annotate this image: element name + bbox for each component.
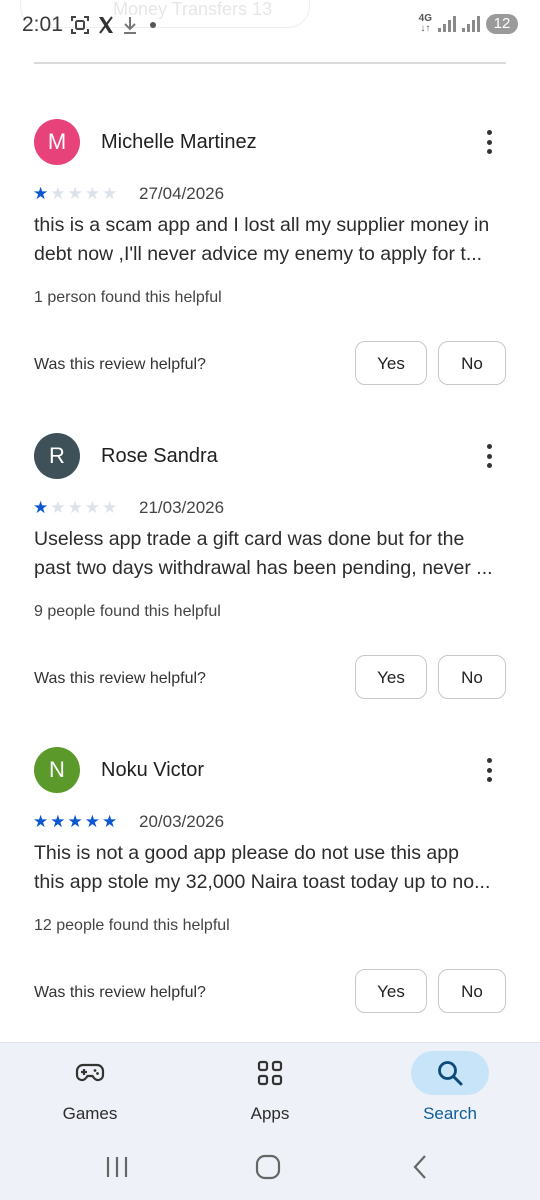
yes-button[interactable]: Yes (355, 969, 427, 1013)
reviewer-name: Noku Victor (101, 759, 205, 781)
yes-button[interactable]: Yes (355, 341, 427, 385)
helpful-count: 12 people found this helpful (34, 917, 230, 934)
star-filled-icon: ★ (84, 812, 100, 831)
avatar: R (34, 433, 80, 479)
review-text-line: this is a scam app and I lost all my sup… (34, 214, 490, 236)
more-options-icon[interactable] (476, 755, 502, 785)
star-empty-icon: ★ (50, 184, 66, 203)
review-card: N Noku Victor ★ ★ ★ ★ ★ 20/03/2026 This … (0, 747, 540, 1047)
signal-icon (438, 16, 456, 32)
avatar: N (34, 747, 80, 793)
review-text[interactable]: Useless app trade a gift card was done b… (34, 525, 508, 583)
screenshot-icon (70, 14, 90, 36)
network-indicator: 4G ↓↑ (418, 13, 432, 34)
more-options-icon[interactable] (476, 127, 502, 157)
nav-label-apps: Apps (250, 1104, 290, 1123)
star-rating: ★ ★ ★ ★ ★ (33, 499, 117, 517)
review-date: 27/04/2026 (139, 184, 225, 203)
avatar: M (34, 119, 80, 165)
star-filled-icon: ★ (67, 812, 83, 831)
reviewer-name: Michelle Martinez (101, 131, 257, 153)
no-button[interactable]: No (438, 655, 506, 699)
nav-item-games[interactable]: Games (30, 1043, 150, 1133)
star-filled-icon: ★ (33, 498, 49, 517)
star-empty-icon: ★ (84, 498, 100, 517)
review-text-line: this app stole my 32,000 Naira toast tod… (34, 871, 491, 893)
divider (34, 62, 506, 64)
star-filled-icon: ★ (33, 184, 49, 203)
star-rating: ★ ★ ★ ★ ★ (33, 185, 117, 203)
reviewer-name: Rose Sandra (101, 445, 218, 467)
review-text[interactable]: This is not a good app please do not use… (34, 839, 508, 897)
review-card: M Michelle Martinez ★ ★ ★ ★ ★ 27/04/2026… (0, 119, 540, 419)
signal-icon (462, 16, 480, 32)
system-navigation-bar (0, 1132, 540, 1200)
status-time: 2:01 (22, 13, 63, 36)
review-text-line: past two days withdrawal has been pendin… (34, 557, 493, 579)
notification-dot-icon (150, 22, 156, 28)
nav-item-search[interactable]: Search (390, 1043, 510, 1133)
search-bar-ghost[interactable]: Money Transfers 13 (20, 0, 310, 28)
star-empty-icon: ★ (102, 498, 118, 517)
search-icon (411, 1051, 489, 1095)
recent-apps-icon[interactable] (104, 1152, 130, 1182)
status-system-icons: 4G ↓↑ 12 (419, 14, 518, 34)
star-empty-icon: ★ (102, 184, 118, 203)
star-empty-icon: ★ (67, 498, 83, 517)
review-text-line: Useless app trade a gift card was done b… (34, 528, 465, 550)
review-date: 20/03/2026 (139, 812, 225, 831)
helpful-count: 9 people found this helpful (34, 603, 221, 620)
gamepad-icon (51, 1051, 129, 1095)
no-button[interactable]: No (438, 341, 506, 385)
nav-label-search: Search (423, 1104, 477, 1123)
home-icon[interactable] (254, 1152, 282, 1182)
status-bar: Money Transfers 13 2:01 4G ↓↑ 12 (0, 0, 540, 50)
star-filled-icon: ★ (50, 812, 66, 831)
x-app-icon (96, 14, 116, 36)
bottom-navigation: Games Apps Search (0, 1042, 540, 1132)
star-filled-icon: ★ (33, 812, 49, 831)
yes-button[interactable]: Yes (355, 655, 427, 699)
helpful-question: Was this review helpful? (34, 356, 206, 373)
star-empty-icon: ★ (84, 184, 100, 203)
star-rating: ★ ★ ★ ★ ★ (33, 813, 117, 831)
apps-grid-icon (231, 1051, 309, 1095)
review-text[interactable]: this is a scam app and I lost all my sup… (34, 211, 508, 269)
back-icon[interactable] (408, 1152, 432, 1182)
battery-icon: 12 (486, 14, 518, 34)
download-icon (122, 14, 138, 36)
review-text-line: This is not a good app please do not use… (34, 842, 459, 864)
star-filled-icon: ★ (102, 812, 118, 831)
data-arrows-icon: ↓↑ (420, 23, 431, 34)
helpful-question: Was this review helpful? (34, 984, 206, 1001)
more-options-icon[interactable] (476, 441, 502, 471)
nav-item-apps[interactable]: Apps (210, 1043, 330, 1133)
no-button[interactable]: No (438, 969, 506, 1013)
status-notification-icons (70, 14, 156, 36)
review-card: R Rose Sandra ★ ★ ★ ★ ★ 21/03/2026 Usele… (0, 433, 540, 733)
helpful-question: Was this review helpful? (34, 670, 206, 687)
helpful-count: 1 person found this helpful (34, 289, 222, 306)
review-text-line: debt now ,I'll never advice my enemy to … (34, 243, 483, 265)
nav-label-games: Games (62, 1104, 118, 1123)
star-empty-icon: ★ (67, 184, 83, 203)
review-date: 21/03/2026 (139, 498, 225, 517)
star-empty-icon: ★ (50, 498, 66, 517)
